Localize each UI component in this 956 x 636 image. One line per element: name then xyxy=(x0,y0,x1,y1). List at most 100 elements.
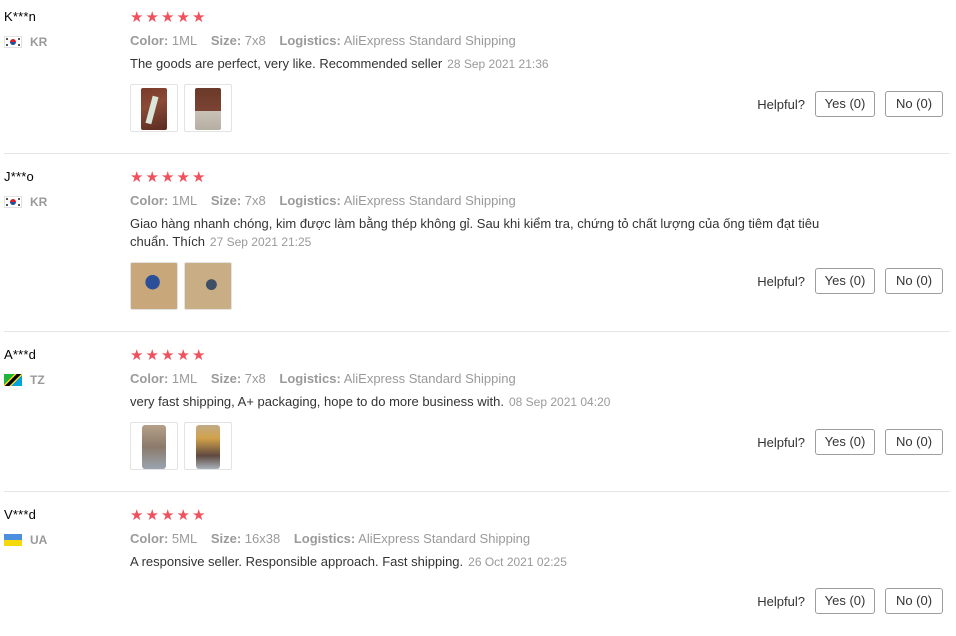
logistics-label: Logistics: xyxy=(279,33,341,48)
helpful-yes-button[interactable]: Yes (0) xyxy=(815,429,875,455)
size-label: Size: xyxy=(210,371,242,386)
size-value: 7x8 xyxy=(244,193,266,208)
helpful-label: Helpful? xyxy=(757,593,805,609)
star-icon: ★ xyxy=(192,506,206,524)
helpful-vote: Helpful? Yes (0) No (0) xyxy=(757,429,943,455)
size-value: 7x8 xyxy=(244,371,266,386)
tanzania-flag-icon xyxy=(4,374,22,386)
star-icon: ★ xyxy=(145,506,159,524)
reviewer-name: V***d xyxy=(4,507,37,522)
review-body: ★ ★ ★ ★ ★ Color: 1ML Size: 7x8 Logistics… xyxy=(130,346,870,411)
south-korea-flag-icon xyxy=(4,36,22,48)
color-label: Color: xyxy=(130,193,169,208)
helpful-no-button[interactable]: No (0) xyxy=(885,268,943,294)
review-photo-thumbnail[interactable] xyxy=(184,262,232,310)
helpful-no-button[interactable]: No (0) xyxy=(885,429,943,455)
color-label: Color: xyxy=(130,531,169,546)
star-icon: ★ xyxy=(145,8,159,26)
review-photo-thumbnail[interactable] xyxy=(184,422,232,470)
review-feed: K***n KR ★ ★ ★ ★ ★ Color: 1ML Size: 7x8 … xyxy=(0,0,956,636)
star-icon: ★ xyxy=(161,168,175,186)
color-value: 1ML xyxy=(171,193,198,208)
logistics-label: Logistics: xyxy=(293,531,356,546)
review-photo-thumbnail[interactable] xyxy=(184,84,232,132)
review-photo-thumbnail[interactable] xyxy=(130,262,178,310)
product-attributes: Color: 5ML Size: 16x38 Logistics: AliExp… xyxy=(130,530,870,548)
star-icon: ★ xyxy=(192,8,206,26)
review-content: Giao hàng nhanh chóng, kim được làm bằng… xyxy=(130,215,860,251)
star-icon: ★ xyxy=(176,168,190,186)
size-label: Size: xyxy=(210,193,242,208)
star-icon: ★ xyxy=(145,346,159,364)
color-label: Color: xyxy=(130,33,169,48)
helpful-label: Helpful? xyxy=(757,273,805,289)
review-text: very fast shipping, A+ packaging, hope t… xyxy=(130,394,504,409)
star-icon: ★ xyxy=(145,168,159,186)
star-icon: ★ xyxy=(176,8,190,26)
logistics-value: AliExpress Standard Shipping xyxy=(343,33,516,48)
reviewer-name: K***n xyxy=(4,9,37,24)
country-code: KR xyxy=(30,195,48,209)
product-attributes: Color: 1ML Size: 7x8 Logistics: AliExpre… xyxy=(130,370,870,388)
color-value: 1ML xyxy=(171,33,198,48)
review-divider xyxy=(4,491,950,492)
star-icon: ★ xyxy=(130,506,144,524)
ukraine-flag-icon xyxy=(4,534,22,546)
logistics-value: AliExpress Standard Shipping xyxy=(343,371,516,386)
helpful-yes-button[interactable]: Yes (0) xyxy=(815,91,875,117)
review-photos xyxy=(130,262,238,310)
review-content: A responsive seller. Responsible approac… xyxy=(130,553,860,571)
review-content: The goods are perfect, very like. Recomm… xyxy=(130,55,860,73)
helpful-yes-button[interactable]: Yes (0) xyxy=(815,588,875,614)
helpful-label: Helpful? xyxy=(757,96,805,112)
color-value: 5ML xyxy=(171,531,198,546)
helpful-vote: Helpful? Yes (0) No (0) xyxy=(757,268,943,294)
reviewer-info: A***d TZ xyxy=(4,346,114,388)
size-label: Size: xyxy=(210,33,242,48)
review-photo-thumbnail[interactable] xyxy=(130,84,178,132)
star-icon: ★ xyxy=(161,8,175,26)
reviewer-info: J***o KR xyxy=(4,168,114,210)
helpful-yes-button[interactable]: Yes (0) xyxy=(815,268,875,294)
logistics-label: Logistics: xyxy=(279,371,341,386)
logistics-value: AliExpress Standard Shipping xyxy=(343,193,516,208)
helpful-label: Helpful? xyxy=(757,434,805,450)
review-divider xyxy=(4,331,950,332)
reviewer-info: K***n KR xyxy=(4,8,114,50)
review-photos xyxy=(130,84,238,132)
helpful-vote: Helpful? Yes (0) No (0) xyxy=(757,588,943,614)
helpful-no-button[interactable]: No (0) xyxy=(885,91,943,117)
review-body: ★ ★ ★ ★ ★ Color: 5ML Size: 16x38 Logisti… xyxy=(130,506,870,571)
star-icon: ★ xyxy=(161,346,175,364)
logistics-value: AliExpress Standard Shipping xyxy=(358,531,531,546)
star-icon: ★ xyxy=(176,506,190,524)
star-icon: ★ xyxy=(176,346,190,364)
review-body: ★ ★ ★ ★ ★ Color: 1ML Size: 7x8 Logistics… xyxy=(130,168,870,251)
review-date: 27 Sep 2021 21:25 xyxy=(209,235,312,249)
star-rating: ★ ★ ★ ★ ★ xyxy=(130,507,870,523)
star-icon: ★ xyxy=(192,168,206,186)
logistics-label: Logistics: xyxy=(279,193,341,208)
helpful-vote: Helpful? Yes (0) No (0) xyxy=(757,91,943,117)
star-icon: ★ xyxy=(130,168,144,186)
star-rating: ★ ★ ★ ★ ★ xyxy=(130,347,870,363)
review-content: very fast shipping, A+ packaging, hope t… xyxy=(130,393,860,411)
size-value: 16x38 xyxy=(244,531,281,546)
star-icon: ★ xyxy=(130,346,144,364)
review-photo-thumbnail[interactable] xyxy=(130,422,178,470)
south-korea-flag-icon xyxy=(4,196,22,208)
country-code: KR xyxy=(30,35,48,49)
star-rating: ★ ★ ★ ★ ★ xyxy=(130,169,870,185)
reviewer-country: KR xyxy=(4,194,114,210)
country-code: UA xyxy=(30,533,48,547)
color-value: 1ML xyxy=(171,371,198,386)
helpful-no-button[interactable]: No (0) xyxy=(885,588,943,614)
reviewer-name: J***o xyxy=(4,169,34,184)
star-icon: ★ xyxy=(130,8,144,26)
reviewer-country: UA xyxy=(4,532,114,548)
review-body: ★ ★ ★ ★ ★ Color: 1ML Size: 7x8 Logistics… xyxy=(130,8,870,73)
review-date: 08 Sep 2021 04:20 xyxy=(508,395,611,409)
product-attributes: Color: 1ML Size: 7x8 Logistics: AliExpre… xyxy=(130,32,870,50)
review-divider xyxy=(4,153,950,154)
review-text: A responsive seller. Responsible approac… xyxy=(130,554,464,569)
